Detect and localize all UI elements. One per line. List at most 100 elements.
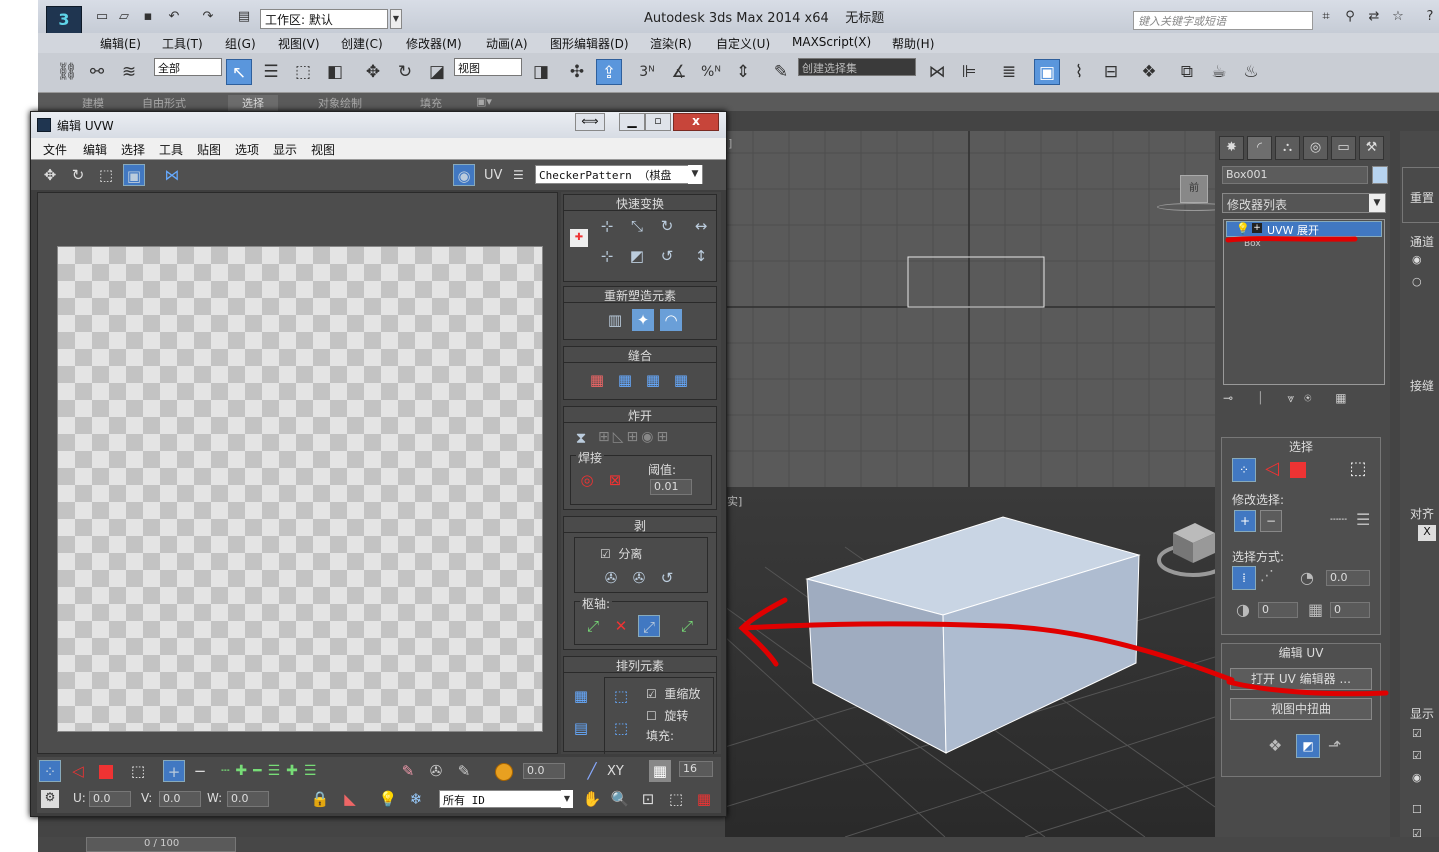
space-vertical-icon[interactable]: ↕ [690, 245, 712, 267]
ribbon-options-icon[interactable]: ▣▾ [476, 95, 492, 108]
tweak-in-view-button[interactable]: 视图中扭曲 [1230, 698, 1372, 720]
stitch-custom-icon[interactable]: ▦ [586, 369, 608, 391]
display-check-2[interactable]: ☑ [1412, 749, 1422, 762]
transform-center-icon[interactable]: ✚ [570, 229, 588, 247]
uvw-title-bar[interactable]: 编辑 UVW ⟺ ▁ ▫ x [31, 112, 726, 138]
menu-tools[interactable]: 工具(T) [162, 35, 203, 52]
uvw-menu-file[interactable]: 文件 [43, 141, 67, 158]
texture-dropdown[interactable]: CheckerPattern （棋盘 [535, 165, 703, 184]
pan-icon[interactable]: ✋ [581, 788, 603, 810]
zoom-region-icon[interactable]: ⊡ [637, 788, 659, 810]
expand-icon[interactable]: + [1252, 223, 1262, 233]
menu-customize[interactable]: 自定义(U) [716, 35, 770, 52]
open-uv-editor-button[interactable]: 打开 UV 编辑器 ... [1230, 668, 1372, 690]
uv-vertex-mode-icon[interactable]: ⁘ [39, 760, 61, 782]
chevron-down-icon[interactable]: ▼ [561, 790, 573, 808]
selection-filter-dropdown[interactable]: 全部 [154, 58, 222, 76]
break-icon[interactable]: ⧗ [570, 427, 592, 449]
reset-peel-icon[interactable]: ↺ [656, 567, 678, 589]
scene-explorer-icon[interactable]: ▣ [1034, 59, 1060, 85]
soft-selection-spinner[interactable]: 0.0 [523, 763, 565, 779]
hierarchy-tab-icon[interactable]: ⛬ [1275, 136, 1300, 160]
weld-target-icon[interactable]: ⊠ [604, 469, 626, 491]
ribbon-tab-object-paint[interactable]: 对象绘制 [318, 95, 362, 111]
reshape-title[interactable]: 重新塑造元素 [564, 287, 716, 303]
falloff-icon[interactable]: ╱ [581, 760, 603, 782]
pack-custom-icon[interactable]: ▤ [570, 717, 592, 739]
viewport-label-perspective[interactable]: 实] [727, 493, 742, 509]
unpin-icon[interactable]: ✕ [610, 615, 632, 637]
show-icon[interactable]: 💡 [377, 788, 399, 810]
freeze-icon[interactable]: ❄ [405, 788, 427, 810]
shrink-selection-icon[interactable]: − [1260, 510, 1282, 532]
reference-coord-dropdown[interactable]: 视图 [454, 58, 522, 76]
menu-animation[interactable]: 动画(A) [486, 35, 528, 52]
lightbulb-icon[interactable]: 💡 [1236, 222, 1250, 235]
relax-settings-icon[interactable]: ◠ [660, 309, 682, 331]
app-logo[interactable]: 3 [46, 6, 82, 34]
time-slider[interactable]: 0 / 100 [38, 837, 1439, 852]
auto-pin-icon[interactable]: ⤢ [638, 615, 660, 637]
uvw-menu-view[interactable]: 视图 [311, 141, 335, 158]
quick-map-gizmo-icon[interactable]: ◩ [1296, 734, 1320, 758]
bind-spacewarp-icon[interactable]: ≋ [116, 59, 142, 85]
planar-angle-spinner[interactable]: 0.0 [1326, 570, 1370, 586]
quick-transform-title[interactable]: 快速变换 [564, 195, 716, 211]
viewport-perspective[interactable]: 实] [725, 487, 1215, 837]
show-map-icon[interactable]: ◉ [453, 164, 475, 186]
open-file-icon[interactable]: ▱ [116, 10, 132, 24]
rendered-frame-icon[interactable]: ☕ [1206, 59, 1232, 85]
stitch-target-icon[interactable]: ▦ [614, 369, 636, 391]
move-icon[interactable]: ✥ [360, 59, 386, 85]
redo-icon[interactable]: ↷ [200, 10, 216, 24]
checker-texture[interactable] [57, 246, 543, 732]
w-spinner[interactable]: 0.0 [227, 791, 269, 807]
rotate-90-icon[interactable]: ↻ [656, 215, 678, 237]
edge-select-icon[interactable]: ◁ [1260, 458, 1284, 482]
ribbon-tab-populate[interactable]: 填充 [420, 95, 442, 111]
material-editor-icon[interactable]: ❖ [1136, 59, 1162, 85]
render-production-icon[interactable]: ♨ [1238, 59, 1264, 85]
keyboard-shortcut-toggle-icon[interactable]: ⇪ [596, 59, 622, 85]
stitch-title[interactable]: 缝合 [564, 347, 716, 363]
space-horizontal-icon[interactable]: ↔ [690, 215, 712, 237]
menu-rendering[interactable]: 渲染(R) [650, 35, 692, 52]
menu-modifiers[interactable]: 修改器(M) [406, 35, 462, 52]
channel-radio-2[interactable]: ○ [1412, 275, 1422, 288]
paint-select-icon[interactable]: ✎ [397, 760, 419, 782]
grid-snap-icon[interactable]: ▦ [649, 760, 671, 782]
scale-icon[interactable]: ◪ [424, 59, 450, 85]
uvw-menu-options[interactable]: 选项 [235, 141, 259, 158]
unlink-icon[interactable]: ⚯ [84, 59, 110, 85]
absolute-offset-icon[interactable]: ⚙ [41, 790, 59, 808]
uv-element-mode-icon[interactable]: ⬚ [127, 760, 149, 782]
schematic-view-icon[interactable]: ⊟ [1098, 59, 1124, 85]
explode-tools-icon[interactable]: ⊞◺⊞◉⊞ [598, 429, 671, 445]
motion-tab-icon[interactable]: ◎ [1303, 136, 1328, 160]
stitch-source-icon[interactable]: ▦ [670, 369, 692, 391]
reset-button[interactable]: 重置 [1410, 189, 1434, 206]
display-check-1[interactable]: ☑ [1412, 727, 1422, 740]
uv-edge-mode-icon[interactable]: ◁ [67, 760, 89, 782]
binoculars-icon[interactable]: ⌗ [1318, 10, 1334, 24]
rotate-minus-90-icon[interactable]: ↺ [656, 245, 678, 267]
uv-scale-icon[interactable]: ⬚ [95, 164, 117, 186]
stack-controls[interactable]: ⊸ ⏐ ⩔⍟ ▦ [1223, 391, 1385, 409]
ribbon-tab-modeling[interactable]: 建模 [82, 95, 104, 111]
uvw-menu-tools[interactable]: 工具 [159, 141, 183, 158]
manipulate-icon[interactable]: ✣ [564, 59, 590, 85]
menu-edit[interactable]: 编辑(E) [100, 35, 141, 52]
menu-graph-editors[interactable]: 图形编辑器(D) [550, 35, 629, 52]
ring-icon[interactable]: ☰ [1356, 510, 1370, 529]
explode-title[interactable]: 炸开 [564, 407, 716, 423]
threshold-spinner[interactable]: 0.01 [650, 479, 692, 495]
uv-rotate-icon[interactable]: ↻ [67, 164, 89, 186]
create-tab-icon[interactable]: ✸ [1219, 136, 1244, 160]
rotate-checkbox[interactable]: ☐ 旋转 [646, 707, 688, 724]
close-button[interactable]: x [673, 113, 719, 131]
menu-group[interactable]: 组(G) [225, 35, 256, 52]
material-id-spinner[interactable]: 0 [1330, 602, 1370, 618]
window-crossing-icon[interactable]: ◧ [322, 59, 348, 85]
u-spinner[interactable]: 0.0 [89, 791, 131, 807]
workspace-dropdown[interactable]: 工作区: 默认 [260, 9, 388, 29]
